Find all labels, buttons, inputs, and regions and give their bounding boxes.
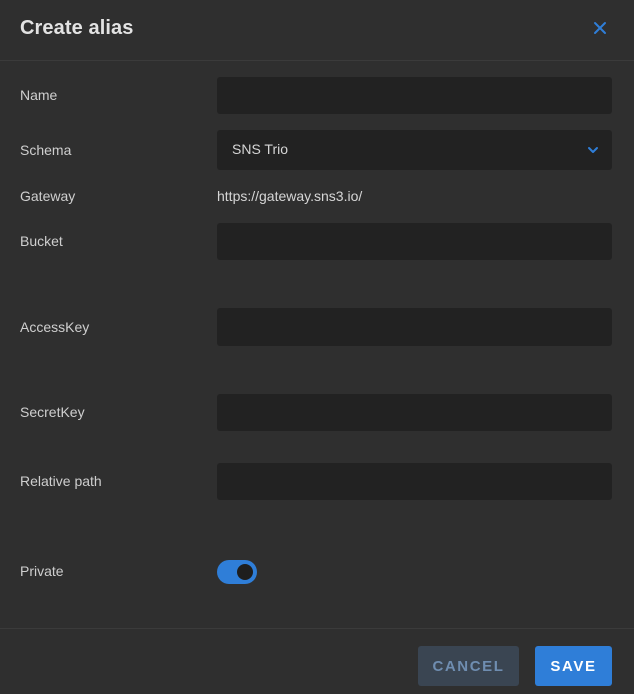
secret-key-input[interactable] — [217, 394, 612, 431]
dialog-footer: CANCEL SAVE — [0, 628, 634, 694]
chevron-down-icon — [588, 147, 598, 153]
save-button[interactable]: SAVE — [535, 646, 612, 686]
private-label: Private — [20, 563, 64, 579]
secret-key-field-wrap — [217, 394, 612, 431]
relative-path-label: Relative path — [20, 473, 102, 489]
name-label: Name — [20, 87, 58, 103]
gateway-label: Gateway — [20, 188, 76, 204]
name-field-wrap — [217, 77, 612, 114]
gateway-value: https://gateway.sns3.io/ — [217, 188, 363, 204]
bucket-input[interactable] — [217, 223, 612, 260]
schema-select[interactable]: SNS Trio — [217, 130, 612, 170]
relative-path-field-wrap — [217, 463, 612, 500]
dialog-title: Create alias — [20, 17, 134, 39]
name-input[interactable] — [217, 77, 612, 114]
access-key-field-wrap — [217, 308, 612, 346]
dialog-header: Create alias — [0, 0, 634, 61]
bucket-label: Bucket — [20, 233, 63, 249]
relative-path-input[interactable] — [217, 463, 612, 500]
private-toggle[interactable] — [217, 560, 257, 584]
access-key-input[interactable] — [217, 308, 612, 346]
access-key-label: AccessKey — [20, 319, 90, 335]
close-icon — [594, 22, 606, 34]
schema-label: Schema — [20, 142, 72, 158]
secret-key-label: SecretKey — [20, 404, 85, 420]
schema-selected-value: SNS Trio — [232, 141, 289, 157]
close-button[interactable] — [588, 16, 612, 40]
cancel-button[interactable]: CANCEL — [418, 646, 519, 686]
toggle-knob — [237, 564, 253, 580]
create-alias-dialog: Create alias Name Schema SNS Trio Gatewa… — [0, 0, 634, 694]
bucket-field-wrap — [217, 223, 612, 260]
